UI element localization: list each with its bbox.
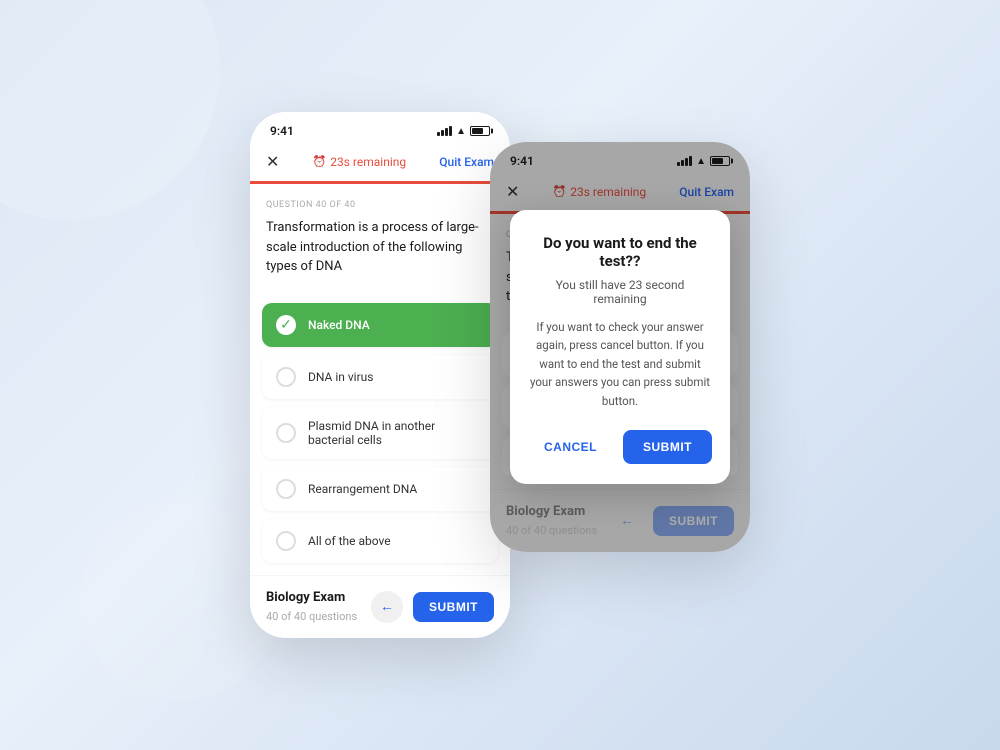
battery-icon-left <box>470 126 490 136</box>
phone-right: 9:41 ▲ ✕ ⏰ 23s remaining Quit <box>490 142 750 552</box>
modal-time-text: You still have 23 second remaining <box>530 278 710 306</box>
option-text-2-left: DNA in virus <box>308 370 373 384</box>
content-left: QUESTION 40 OF 40 Transformation is a pr… <box>250 184 510 303</box>
timer-icon-left: ⏰ <box>313 155 327 168</box>
status-time-left: 9:41 <box>270 124 294 138</box>
option-5-left[interactable]: All of the above <box>262 519 498 563</box>
timer-label-left: 23s remaining <box>330 155 406 169</box>
modal-body: If you want to check your answer again, … <box>530 318 710 410</box>
option-radio-4-left <box>276 479 296 499</box>
wifi-icon-left: ▲ <box>456 126 466 137</box>
option-text-1-left: Naked DNA <box>308 318 370 332</box>
option-text-3-left: Plasmid DNA in another bacterial cells <box>308 419 484 447</box>
modal-overlay: Do you want to end the test?? You still … <box>490 142 750 552</box>
bottom-info-left: Biology Exam 40 of 40 questions <box>266 590 357 624</box>
signal-icon-left <box>437 126 452 136</box>
exam-name-left: Biology Exam <box>266 590 357 605</box>
modal-actions: CANCEL SUBMIT <box>530 430 710 464</box>
modal-title: Do you want to end the test?? <box>530 234 710 270</box>
option-radio-3-left <box>276 423 296 443</box>
option-text-5-left: All of the above <box>308 534 391 548</box>
option-4-left[interactable]: Rearrangement DNA <box>262 467 498 511</box>
options-list-left: ✓ Naked DNA DNA in virus Plasmid DNA in … <box>250 303 510 563</box>
confirm-modal: Do you want to end the test?? You still … <box>510 210 730 484</box>
modal-cancel-button[interactable]: CANCEL <box>528 430 613 464</box>
submit-button-left[interactable]: SUBMIT <box>413 592 494 622</box>
phones-container: 9:41 ▲ ✕ ⏰ 23s remaining Quit <box>250 112 750 638</box>
timer-left: ⏰ 23s remaining <box>313 155 407 169</box>
bottom-bar-left: Biology Exam 40 of 40 questions ← SUBMIT <box>250 575 510 638</box>
status-icons-left: ▲ <box>437 126 490 137</box>
option-radio-2-left <box>276 367 296 387</box>
close-button-left[interactable]: ✕ <box>266 152 279 171</box>
quit-button-left[interactable]: Quit Exam <box>439 155 494 169</box>
exam-header-left: ✕ ⏰ 23s remaining Quit Exam <box>250 144 510 181</box>
bg-decoration-1 <box>0 0 220 220</box>
modal-submit-button[interactable]: SUBMIT <box>623 430 712 464</box>
option-1-left[interactable]: ✓ Naked DNA <box>262 303 498 347</box>
option-2-left[interactable]: DNA in virus <box>262 355 498 399</box>
back-button-left[interactable]: ← <box>371 591 403 623</box>
questions-info-left: 40 of 40 questions <box>266 610 357 623</box>
phone-left: 9:41 ▲ ✕ ⏰ 23s remaining Quit <box>250 112 510 638</box>
bottom-actions-left: ← SUBMIT <box>371 591 494 623</box>
option-text-4-left: Rearrangement DNA <box>308 482 417 496</box>
option-radio-1-left: ✓ <box>276 315 296 335</box>
option-3-left[interactable]: Plasmid DNA in another bacterial cells <box>262 407 498 459</box>
status-bar-left: 9:41 ▲ <box>250 112 510 144</box>
question-text-left: Transformation is a process of large-sca… <box>266 218 494 277</box>
question-label-left: QUESTION 40 OF 40 <box>266 200 494 210</box>
option-radio-5-left <box>276 531 296 551</box>
